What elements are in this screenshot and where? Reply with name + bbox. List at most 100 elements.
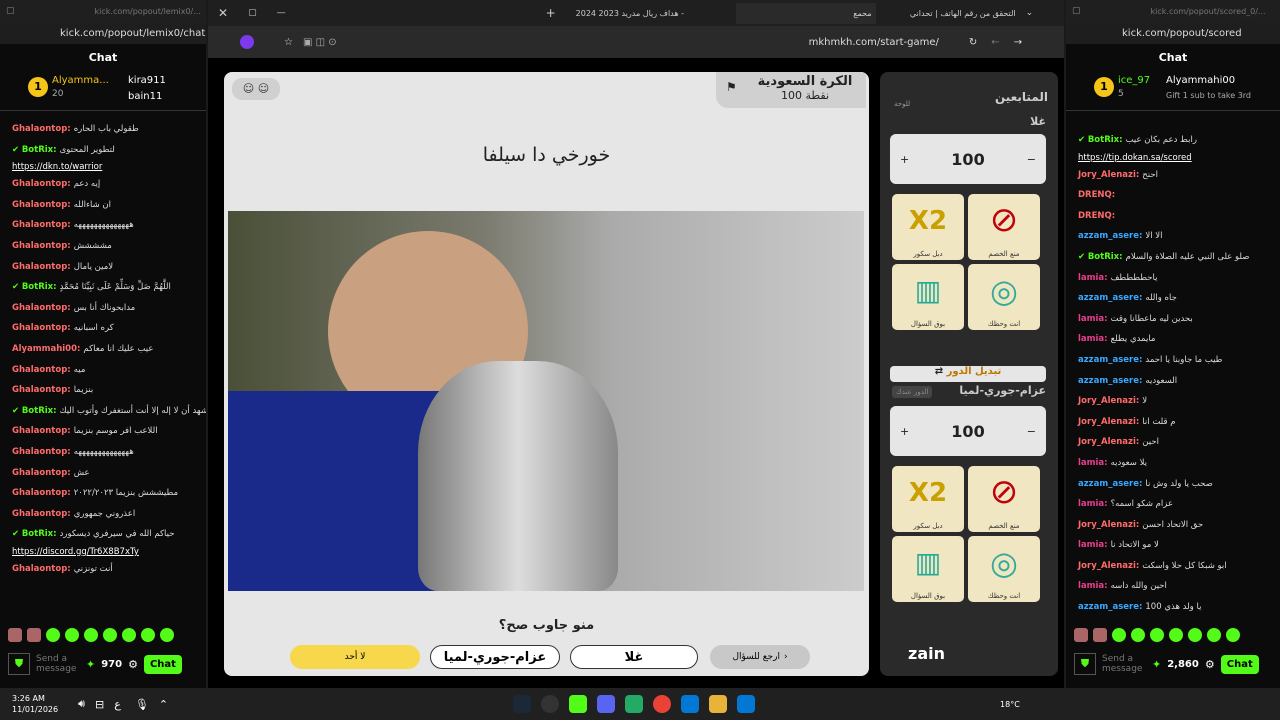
answer-team1-button[interactable]: غلا — [570, 645, 698, 669]
back-to-question-button[interactable]: ارجع للسؤال › — [710, 645, 810, 669]
block-opponent-card[interactable]: ⊘ منع الخصم — [968, 466, 1040, 532]
answer-none-button[interactable]: لا أحد — [290, 645, 420, 669]
emoji-toggle[interactable]: ☺ ☺ — [232, 78, 280, 100]
chat-username[interactable]: BotRix: — [22, 145, 57, 155]
luck-wheel-card[interactable]: ◎ انت وحظك — [968, 264, 1040, 330]
minus-icon[interactable]: − — [1027, 153, 1036, 166]
toolbar-icons[interactable]: ▣ ◫ ⊙ — [303, 37, 337, 48]
chat-username[interactable]: lamia: — [1078, 273, 1108, 283]
flag-icon[interactable]: ⚑ — [726, 80, 737, 94]
chat-username[interactable]: Ghalaontop: — [12, 200, 71, 210]
chat-username[interactable]: BotRix: — [1088, 252, 1123, 262]
right-url[interactable]: kick.com/popout/scored — [1122, 28, 1242, 39]
chat-username[interactable]: Jory_Alenazi: — [1078, 437, 1139, 447]
mic-icon[interactable]: 🎙︎ — [135, 698, 149, 711]
chat-username[interactable]: Ghalaontop: — [12, 426, 71, 436]
chat-username[interactable]: Ghalaontop: — [12, 365, 71, 375]
maximize-icon[interactable]: ▢ — [248, 8, 257, 18]
language-indicator[interactable]: ع — [114, 698, 121, 711]
double-score-card[interactable]: X2 دبل سكور — [892, 466, 964, 532]
chat-username[interactable]: Jory_Alenazi: — [1078, 520, 1139, 530]
kick-app-icon[interactable] — [569, 695, 588, 713]
gear-icon[interactable]: ⚙ — [128, 658, 138, 671]
chat-username[interactable]: Ghalaontop: — [12, 262, 71, 272]
photos-icon[interactable] — [625, 695, 644, 713]
chat-username[interactable]: lamia: — [1078, 334, 1108, 344]
chat-username[interactable]: lamia: — [1078, 540, 1108, 550]
send-message-input[interactable]: Send a message — [36, 654, 80, 674]
discord-icon[interactable] — [597, 695, 616, 713]
chat-username[interactable]: Ghalaontop: — [12, 468, 71, 478]
left-url[interactable]: kick.com/popout/lemix0/chat — [60, 28, 205, 39]
block-opponent-card[interactable]: ⊘ منع الخصم — [968, 194, 1040, 260]
double-score-card[interactable]: X2 دبل سكور — [892, 194, 964, 260]
chat-username[interactable]: BotRix: — [22, 282, 57, 292]
chat-button[interactable]: Chat — [1220, 654, 1259, 674]
plus-icon[interactable]: + — [900, 425, 909, 438]
star-icon[interactable]: ☆ — [284, 37, 293, 48]
board-link[interactable]: للوحة — [894, 100, 910, 108]
chat-username[interactable]: Ghalaontop: — [12, 303, 71, 313]
chat-username[interactable]: lamia: — [1078, 499, 1108, 509]
chat-username[interactable]: Ghalaontop: — [12, 447, 71, 457]
folder-icon[interactable] — [709, 695, 728, 713]
chat-username[interactable]: DRENQ: — [1078, 211, 1115, 221]
minimize-icon[interactable]: — — [277, 8, 286, 18]
chat-username[interactable]: Ghalaontop: — [12, 323, 71, 333]
chat-username[interactable]: Jory_Alenazi: — [1078, 417, 1139, 427]
kick-icon[interactable]: ⛊ — [1074, 653, 1096, 675]
chat-username[interactable]: Ghalaontop: — [12, 124, 71, 134]
chat-username[interactable]: azzam_asere: — [1078, 602, 1142, 612]
chat-username[interactable]: Jory_Alenazi: — [1078, 396, 1139, 406]
call-question-card[interactable]: ▥ بوق السؤال — [892, 536, 964, 602]
chat-username[interactable]: Ghalaontop: — [12, 179, 71, 189]
chat-username[interactable]: BotRix: — [22, 406, 57, 416]
chat-username[interactable]: Jory_Alenazi: — [1078, 561, 1139, 571]
tab[interactable]: التحقق من رقم الهاتف | تحداني — [886, 9, 1016, 18]
chat-username[interactable]: Alyammahi00: — [12, 344, 80, 354]
tab[interactable]: هداف ريال مدريد 2023 2024 - — [576, 9, 726, 18]
tab-active[interactable]: محمع — [735, 2, 876, 24]
answer-team2-button[interactable]: عزام-جوري-لميا — [430, 645, 560, 669]
forward-icon[interactable]: → — [1014, 37, 1022, 48]
new-tab-icon[interactable]: + — [546, 6, 556, 20]
minus-icon[interactable]: − — [1027, 425, 1036, 438]
back-icon[interactable]: ← — [991, 37, 999, 48]
close-icon[interactable]: ✕ — [218, 6, 228, 20]
kick-icon[interactable]: ⛊ — [8, 653, 30, 675]
chat-username[interactable]: Ghalaontop: — [12, 564, 71, 574]
chat-username[interactable]: Ghalaontop: — [12, 385, 71, 395]
chat-username[interactable]: DRENQ: — [1078, 190, 1115, 200]
chat-username[interactable]: lamia: — [1078, 581, 1108, 591]
obs-icon[interactable] — [541, 695, 560, 713]
left-tab-url[interactable]: kick.com/popout/lemix0/... — [95, 7, 201, 16]
chat-username[interactable]: Ghalaontop: — [12, 509, 71, 519]
plus-icon[interactable]: + — [900, 153, 909, 166]
windows-start-icon[interactable] — [737, 695, 756, 713]
chat-link[interactable]: https://dkn.to/warrior — [0, 160, 206, 174]
chat-username[interactable]: Ghalaontop: — [12, 241, 71, 251]
chat-username[interactable]: lamia: — [1078, 314, 1108, 324]
chat-link[interactable]: https://tip.dokan.sa/scored — [1066, 151, 1280, 165]
chat-username[interactable]: BotRix: — [22, 529, 57, 539]
chat-username[interactable]: azzam_asere: — [1078, 355, 1142, 365]
luck-wheel-card[interactable]: ◎ انت وحظك — [968, 536, 1040, 602]
network-icon[interactable]: ⊟ — [95, 698, 104, 711]
send-message-input[interactable]: Send a message — [1102, 654, 1146, 674]
volume-icon[interactable]: 🔊︎ — [78, 697, 85, 711]
chat-username[interactable]: azzam_asere: — [1078, 479, 1142, 489]
chevron-up-icon[interactable]: ⌃ — [159, 698, 168, 711]
chrome-icon[interactable] — [653, 695, 672, 713]
call-question-card[interactable]: ▥ بوق السؤال — [892, 264, 964, 330]
chat-username[interactable]: BotRix: — [1088, 135, 1123, 145]
chat-username[interactable]: Ghalaontop: — [12, 488, 71, 498]
chat-link[interactable]: https://discord.gg/Tr6X8B7xTy — [0, 545, 206, 559]
right-tab-url[interactable]: kick.com/popout/scored_0/... — [1151, 7, 1266, 16]
chat-button[interactable]: Chat — [143, 654, 182, 674]
extension-icon[interactable] — [240, 35, 254, 49]
switch-turn-button[interactable]: ⇄ تبديل الدور — [890, 366, 1046, 382]
tab-list-icon[interactable]: ⌄ — [1026, 8, 1034, 18]
gear-icon[interactable]: ⚙ — [1205, 658, 1215, 671]
chat-username[interactable]: azzam_asere: — [1078, 231, 1142, 241]
store-icon[interactable] — [681, 695, 700, 713]
